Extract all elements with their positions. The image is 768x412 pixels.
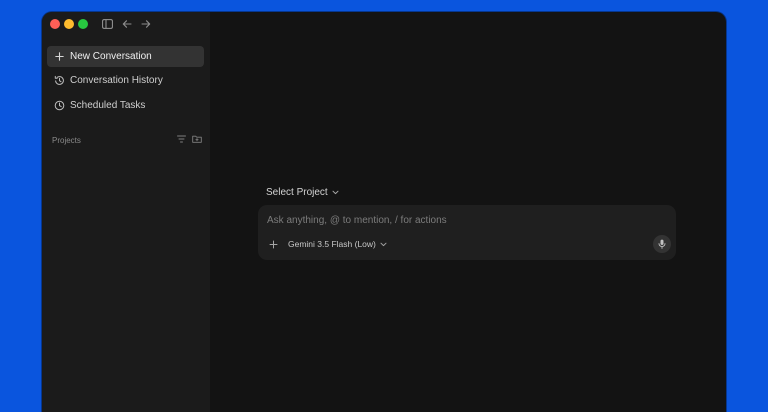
minimize-window-button[interactable] [64,19,74,29]
app-window: New Conversation Conversation History Sc… [42,12,726,412]
arrow-right-icon[interactable] [139,17,153,31]
plus-icon [53,51,65,63]
filter-icon[interactable] [177,135,186,145]
new-conversation-button[interactable]: New Conversation [47,46,204,67]
new-conversation-label: New Conversation [70,51,152,62]
clock-icon [53,100,65,112]
chevron-down-icon [380,239,387,249]
history-icon [53,75,65,87]
new-folder-icon[interactable] [192,135,202,145]
project-selector[interactable]: Select Project [266,185,339,199]
message-composer: Gemini 3.5 Flash (Low) [258,205,676,260]
zoom-window-button[interactable] [78,19,88,29]
projects-header: Projects [52,134,202,146]
sidebar-item-conversation-history[interactable]: Conversation History [47,70,204,91]
message-input[interactable] [267,212,647,228]
project-selector-label: Select Project [266,186,328,198]
sidebar-item-label: Conversation History [70,75,163,86]
model-selector-label: Gemini 3.5 Flash (Low) [288,239,376,249]
sidebar-toggle-icon[interactable] [100,17,114,31]
projects-label: Projects [52,135,81,145]
sidebar: New Conversation Conversation History Sc… [42,12,210,412]
titlebar [42,12,210,36]
plus-icon [269,240,277,248]
sidebar-item-scheduled-tasks[interactable]: Scheduled Tasks [47,95,204,116]
microphone-icon [658,239,666,249]
arrow-left-icon[interactable] [120,17,134,31]
microphone-button[interactable] [653,235,671,253]
chevron-down-icon [332,187,339,198]
model-selector[interactable]: Gemini 3.5 Flash (Low) [288,237,387,251]
add-attachment-button[interactable] [267,238,279,250]
close-window-button[interactable] [50,19,60,29]
sidebar-item-label: Scheduled Tasks [70,100,146,111]
